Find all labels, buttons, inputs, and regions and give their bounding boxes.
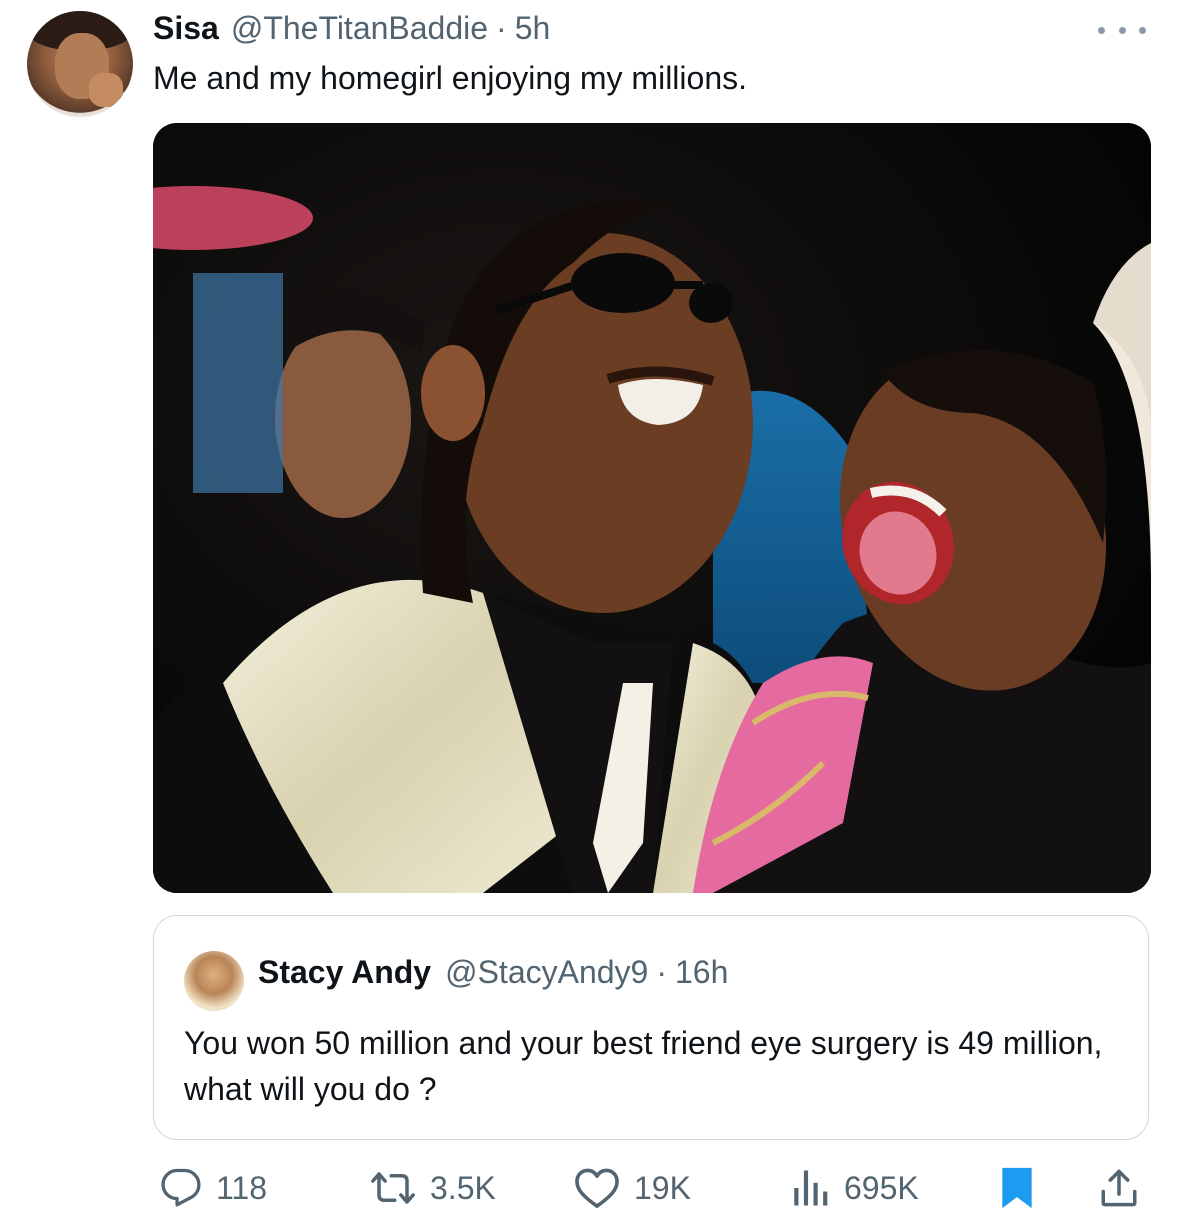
quoted-post-time: 16h: [675, 954, 729, 990]
share-icon: [1101, 1169, 1137, 1207]
post-header: Sisa @TheTitanBaddie · 5h: [153, 8, 550, 48]
post-time[interactable]: 5h: [515, 10, 551, 47]
author-name[interactable]: Sisa: [153, 10, 219, 47]
bookmark-icon: [1002, 1167, 1032, 1209]
quoted-author-handle: @StacyAndy9: [445, 954, 649, 990]
quoted-post-header: Stacy Andy @StacyAndy9 · 16h: [258, 954, 728, 991]
post-photo[interactable]: [153, 123, 1151, 893]
share-button[interactable]: [1098, 1160, 1140, 1216]
action-bar: 118 3.5K 19K 695K: [0, 1160, 1179, 1216]
photo-illustration: [153, 123, 1151, 893]
quoted-post-text: You won 50 million and your best friend …: [184, 1025, 1103, 1107]
quoted-author-name: Stacy Andy: [258, 954, 432, 990]
author-avatar[interactable]: [27, 11, 133, 117]
more-icon[interactable]: [1098, 20, 1146, 40]
avatar-hand: [89, 73, 123, 107]
more-dot: [1118, 26, 1126, 34]
views-button[interactable]: 695K: [790, 1160, 919, 1216]
quoted-post[interactable]: Stacy Andy @StacyAndy9 · 16h You won 50 …: [153, 915, 1149, 1140]
reply-button[interactable]: 118: [160, 1160, 267, 1216]
author-handle[interactable]: @TheTitanBaddie: [231, 10, 488, 47]
post-text: Me and my homegirl enjoying my millions.: [153, 60, 747, 96]
repost-count: 3.5K: [430, 1169, 496, 1206]
views-icon: [794, 1170, 828, 1206]
separator-dot: ·: [656, 954, 667, 990]
views-count: 695K: [844, 1169, 919, 1206]
more-dot: [1139, 26, 1146, 34]
like-button[interactable]: 19K: [574, 1160, 691, 1216]
like-icon: [575, 1168, 619, 1208]
quoted-author-avatar: [184, 951, 244, 1011]
repost-button[interactable]: 3.5K: [370, 1160, 496, 1216]
separator-dot: ·: [496, 9, 507, 46]
bookmark-button[interactable]: [1000, 1160, 1034, 1216]
repost-icon: [371, 1172, 415, 1204]
reply-count: 118: [216, 1169, 268, 1206]
reply-icon: [161, 1168, 201, 1207]
more-dot: [1098, 26, 1105, 34]
like-count: 19K: [634, 1169, 691, 1206]
